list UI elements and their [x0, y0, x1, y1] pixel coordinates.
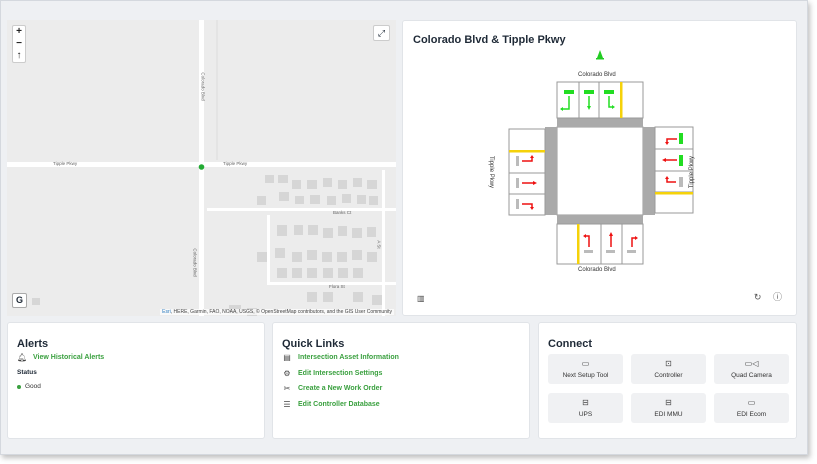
map-label-side-street: Banks Ct: [333, 210, 352, 215]
connect-tile-controller[interactable]: ⊡ Controller: [631, 354, 706, 384]
quick-links-card: Quick Links ▤ Intersection Asset Informa…: [272, 322, 530, 439]
expand-icon: ⤢: [377, 28, 386, 38]
map-label-colorado-north: Colorado Blvd: [200, 72, 206, 101]
west-approach: [508, 128, 546, 216]
connect-tile-ups[interactable]: ⊟ UPS: [548, 393, 623, 423]
ups-icon: ⊟: [582, 398, 589, 407]
quick-link-intersection-settings[interactable]: ⚙ Edit Intersection Settings: [282, 369, 382, 378]
map-canvas: [7, 20, 396, 316]
map-label-side-avenue: A St: [376, 240, 382, 249]
id-card-icon: ▤: [283, 353, 291, 362]
connect-tile-quad-camera[interactable]: ▭◁ Quad Camera: [714, 354, 789, 384]
list-view-icon[interactable]: ▥: [417, 294, 425, 303]
tile-label: UPS: [578, 411, 593, 418]
expand-map-button[interactable]: ⤢: [373, 25, 390, 41]
esri-link[interactable]: Esri: [162, 309, 171, 315]
intersection-panel: Colorado Blvd & Tipple Pkwy Colorado Blv…: [402, 20, 797, 316]
refresh-icon[interactable]: ↻: [754, 292, 762, 302]
connect-tile-edi-mmu[interactable]: ⊟ EDI MMU: [631, 393, 706, 423]
tile-label: EDI MMU: [654, 411, 683, 418]
zoom-out-button[interactable]: −: [13, 38, 25, 50]
quick-link-label: Edit Controller Database: [298, 401, 380, 408]
tile-label: EDI Ecom: [736, 411, 767, 418]
terminal-icon: ⊡: [665, 359, 672, 368]
north-arrow: [596, 50, 604, 60]
database-icon: ☰: [283, 400, 291, 409]
info-icon[interactable]: ⓘ: [773, 292, 782, 302]
status-text: Good: [25, 383, 41, 390]
map-label-colorado-south: Colorado Blvd: [192, 248, 198, 277]
reset-north-button[interactable]: ↑: [13, 50, 25, 62]
connect-card: Connect ▭ Next Setup Tool ⊡ Controller ▭…: [538, 322, 797, 439]
monitor-icon: ▭: [747, 398, 756, 407]
east-street-label: Tipple Pkwy: [689, 155, 696, 189]
quick-link-label: Edit Intersection Settings: [298, 370, 383, 377]
connect-tile-next-setup-tool[interactable]: ▭ Next Setup Tool: [548, 354, 623, 384]
alerts-title: Alerts: [17, 338, 49, 350]
status-label: Status: [17, 369, 37, 376]
mmu-icon: ⊟: [665, 398, 672, 407]
connect-tile-edi-ecom[interactable]: ▭ EDI Ecom: [714, 393, 789, 423]
north-street-label: Colorado Blvd: [578, 72, 616, 78]
tools-icon: ✂: [283, 384, 291, 393]
map-attribution: Esri, HERE, Garmin, FAO, NOAA, USGS, © O…: [160, 309, 394, 315]
bell-icon: 🔔︎: [17, 353, 28, 362]
tile-label: Quad Camera: [731, 372, 772, 379]
monitor-icon: ▭: [581, 359, 590, 368]
map-label-tipple-east: Tipple Pkwy: [223, 161, 248, 166]
controller-location-marker: [198, 164, 205, 170]
quick-link-label: Intersection Asset Information: [298, 354, 399, 361]
map-view[interactable]: Tipple Pkwy Tipple Pkwy Colorado Blvd Co…: [7, 20, 396, 316]
attribution-text: , HERE, Garmin, FAO, NOAA, USGS, © OpenS…: [170, 309, 392, 315]
west-street-label: Tipple Pkwy: [488, 155, 495, 189]
status-value: Good: [17, 383, 41, 390]
tile-label: Controller: [654, 372, 683, 379]
east-approach: [654, 126, 694, 214]
zoom-controls: + − ↑: [12, 25, 26, 63]
north-approach: [556, 81, 644, 119]
alerts-card: Alerts 🔔︎ View Historical Alerts Status …: [7, 322, 265, 439]
map-label-lower-street: Flora St: [329, 284, 345, 289]
quick-links-title: Quick Links: [282, 338, 345, 350]
tile-label: Next Setup Tool: [562, 372, 609, 379]
view-historical-alerts-label: View Historical Alerts: [33, 354, 105, 361]
south-approach: [556, 223, 644, 265]
quick-link-controller-database[interactable]: ☰ Edit Controller Database: [282, 400, 380, 409]
quick-link-label: Create a New Work Order: [298, 385, 383, 392]
quick-link-work-order[interactable]: ✂ Create a New Work Order: [282, 384, 383, 393]
diagram-controls: ↻ ⓘ: [745, 290, 782, 303]
app-frame: Tipple Pkwy Tipple Pkwy Colorado Blvd Co…: [0, 0, 808, 455]
quick-link-asset-info[interactable]: ▤ Intersection Asset Information: [282, 353, 399, 362]
connect-title: Connect: [548, 338, 592, 350]
google-maps-button[interactable]: G: [12, 293, 27, 308]
camera-icon: ▭◁: [744, 359, 759, 368]
status-dot: [17, 384, 21, 389]
zoom-in-button[interactable]: +: [13, 26, 25, 38]
south-street-label: Colorado Blvd: [578, 267, 616, 273]
map-label-tipple-west: Tipple Pkwy: [53, 161, 78, 166]
gear-icon: ⚙: [283, 369, 291, 378]
view-historical-alerts-link[interactable]: 🔔︎ View Historical Alerts: [17, 353, 104, 362]
